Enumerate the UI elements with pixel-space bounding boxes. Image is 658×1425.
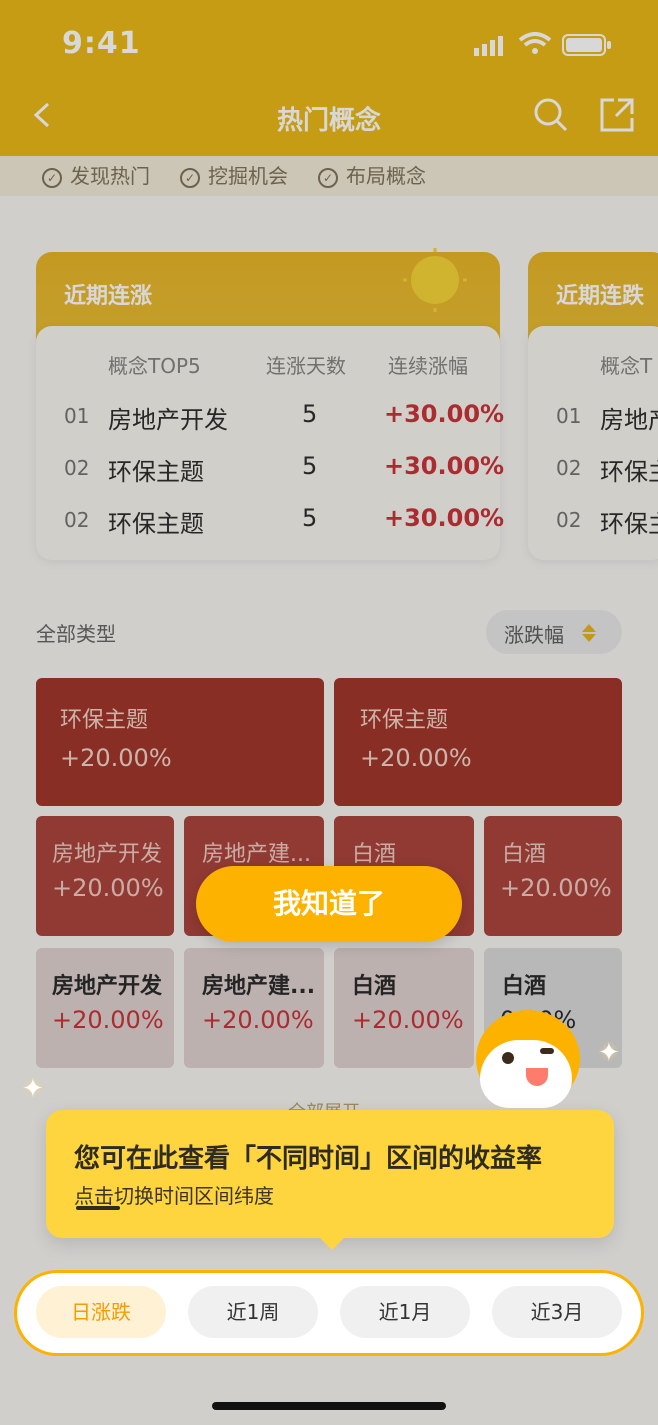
tooltip-title: 您可在此查看「不同时间」区间的收益率 (74, 1144, 543, 1174)
home-indicator (212, 1402, 446, 1410)
period-month[interactable]: 近1月 (340, 1286, 470, 1338)
period-quarter[interactable]: 近3月 (492, 1286, 622, 1338)
period-week[interactable]: 近1周 (188, 1286, 318, 1338)
tooltip-subtitle: 点击切换时间区间纬度 (74, 1184, 274, 1208)
tooltip-arrow (318, 1236, 346, 1250)
sparkle-icon: ✦ (22, 1074, 44, 1104)
period-day[interactable]: 日涨跌 (36, 1286, 166, 1338)
got-it-button[interactable]: 我知道了 (196, 866, 462, 942)
mascot-eye (502, 1052, 514, 1064)
sparkle-icon: ✦ (598, 1038, 620, 1068)
tooltip-underline (76, 1206, 120, 1210)
mascot-wink (540, 1048, 554, 1054)
